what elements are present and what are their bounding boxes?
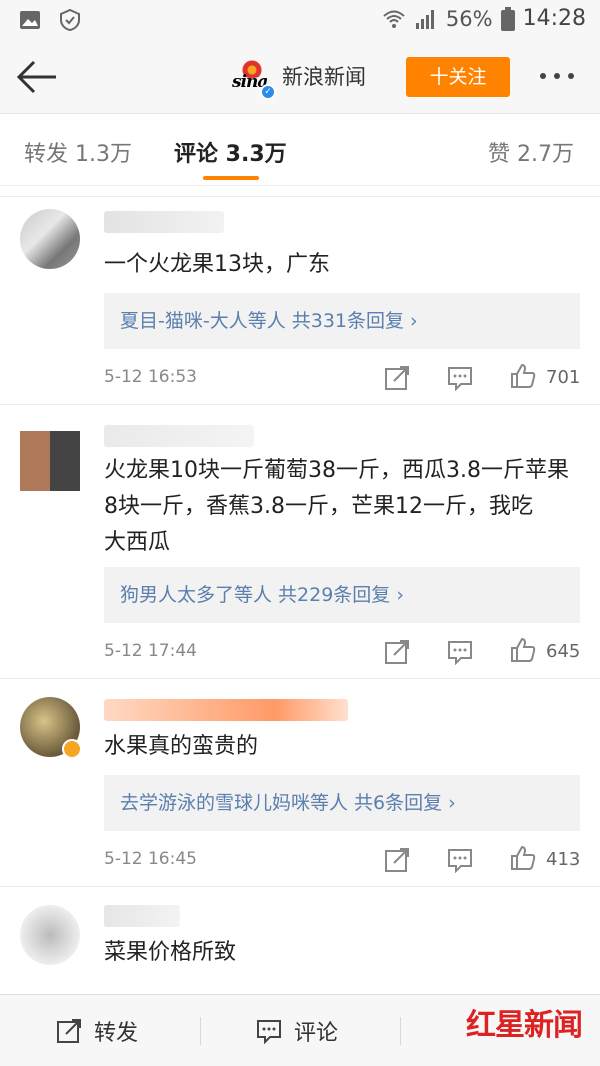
tab-bar: 转发 1.3万 评论 3.3万 赞 2.7万 [0,114,600,186]
top-nav: sina ✓ 新浪新闻 十关注 [0,42,600,114]
comment-icon [257,1020,281,1044]
comment-item: 火龙果10块一斤葡萄38一斤，西瓜3.8一斤苹果8块一斤，香蕉3.8一斤，芒果1… [0,404,600,678]
divider [200,1017,201,1045]
battery-percent: 56% [445,6,493,31]
reply-summary[interactable]: 夏目-猫咪-大人等人 共331条回复 › [104,293,580,349]
comment-icon[interactable] [447,639,473,665]
comment-text: 菜果价格所致 [104,940,237,965]
sina-logo: sina ✓ [232,56,276,100]
like-icon[interactable] [510,637,536,663]
status-bar: 56% 14:28 [0,0,600,42]
reply-summary[interactable]: 狗男人太多了等人 共229条回复 › [104,567,580,623]
comment-item: 一个火龙果13块，广东 夏目-猫咪-大人等人 共331条回复 › 5-12 16… [0,196,600,404]
repost-icon[interactable] [384,847,410,873]
comment-text: 火龙果10块一斤葡萄38一斤，西瓜3.8一斤苹果8块一斤，香蕉3.8一斤，芒果1… [104,458,577,555]
back-arrow-icon[interactable] [16,58,58,96]
like-count: 413 [546,849,581,870]
comment-text: 一个火龙果13块，广东 [104,252,330,277]
shield-icon [60,8,80,32]
like-count: 645 [546,641,581,662]
account-title[interactable]: sina ✓ 新浪新闻 [232,56,366,100]
like-count: 701 [546,367,581,388]
avatar[interactable] [20,209,80,269]
clock: 14:28 [522,6,586,31]
tab-likes[interactable]: 赞 2.7万 [488,136,574,168]
comment-icon[interactable] [447,365,473,391]
comment-icon[interactable] [447,847,473,873]
like-icon[interactable] [510,363,536,389]
account-name: 新浪新闻 [282,65,366,89]
comment-time: 5-12 16:45 [104,849,197,869]
repost-label: 转发 [94,1021,139,1046]
follow-button[interactable]: 十关注 [406,57,510,97]
battery-icon [500,6,515,31]
like-icon[interactable] [510,845,536,871]
comment-item: 菜果价格所致 [0,886,600,994]
repost-icon[interactable] [384,365,410,391]
comment-item: 水果真的蛮贵的 去学游泳的雪球儿妈咪等人 共6条回复 › 5-12 16:45 … [0,678,600,886]
watermark-logo: 红星新闻 [466,1008,583,1043]
avatar[interactable] [20,905,80,965]
username-blurred[interactable] [104,699,348,721]
more-options-icon[interactable] [540,64,586,88]
verified-icon: ✓ [260,84,276,100]
tab-comments[interactable]: 评论 3.3万 [174,136,287,168]
repost-icon [57,1019,81,1043]
tab-repost[interactable]: 转发 1.3万 [24,136,132,168]
comment-button[interactable]: 评论 [256,1015,338,1047]
verified-icon [62,739,82,759]
username-blurred[interactable] [104,905,180,927]
comment-text: 水果真的蛮贵的 [104,734,259,759]
comment-label: 评论 [294,1021,339,1046]
gallery-icon [20,11,40,29]
divider [400,1017,401,1045]
username-blurred[interactable] [104,211,224,233]
wifi-icon [383,10,405,28]
repost-icon[interactable] [384,639,410,665]
active-tab-indicator [203,176,259,180]
reply-summary[interactable]: 去学游泳的雪球儿妈咪等人 共6条回复 › [104,775,580,831]
username-blurred[interactable] [104,425,254,447]
avatar[interactable] [20,431,80,491]
repost-button[interactable]: 转发 [56,1015,138,1047]
signal-icon [415,9,434,29]
comment-time: 5-12 16:53 [104,367,197,387]
comment-time: 5-12 17:44 [104,641,197,661]
